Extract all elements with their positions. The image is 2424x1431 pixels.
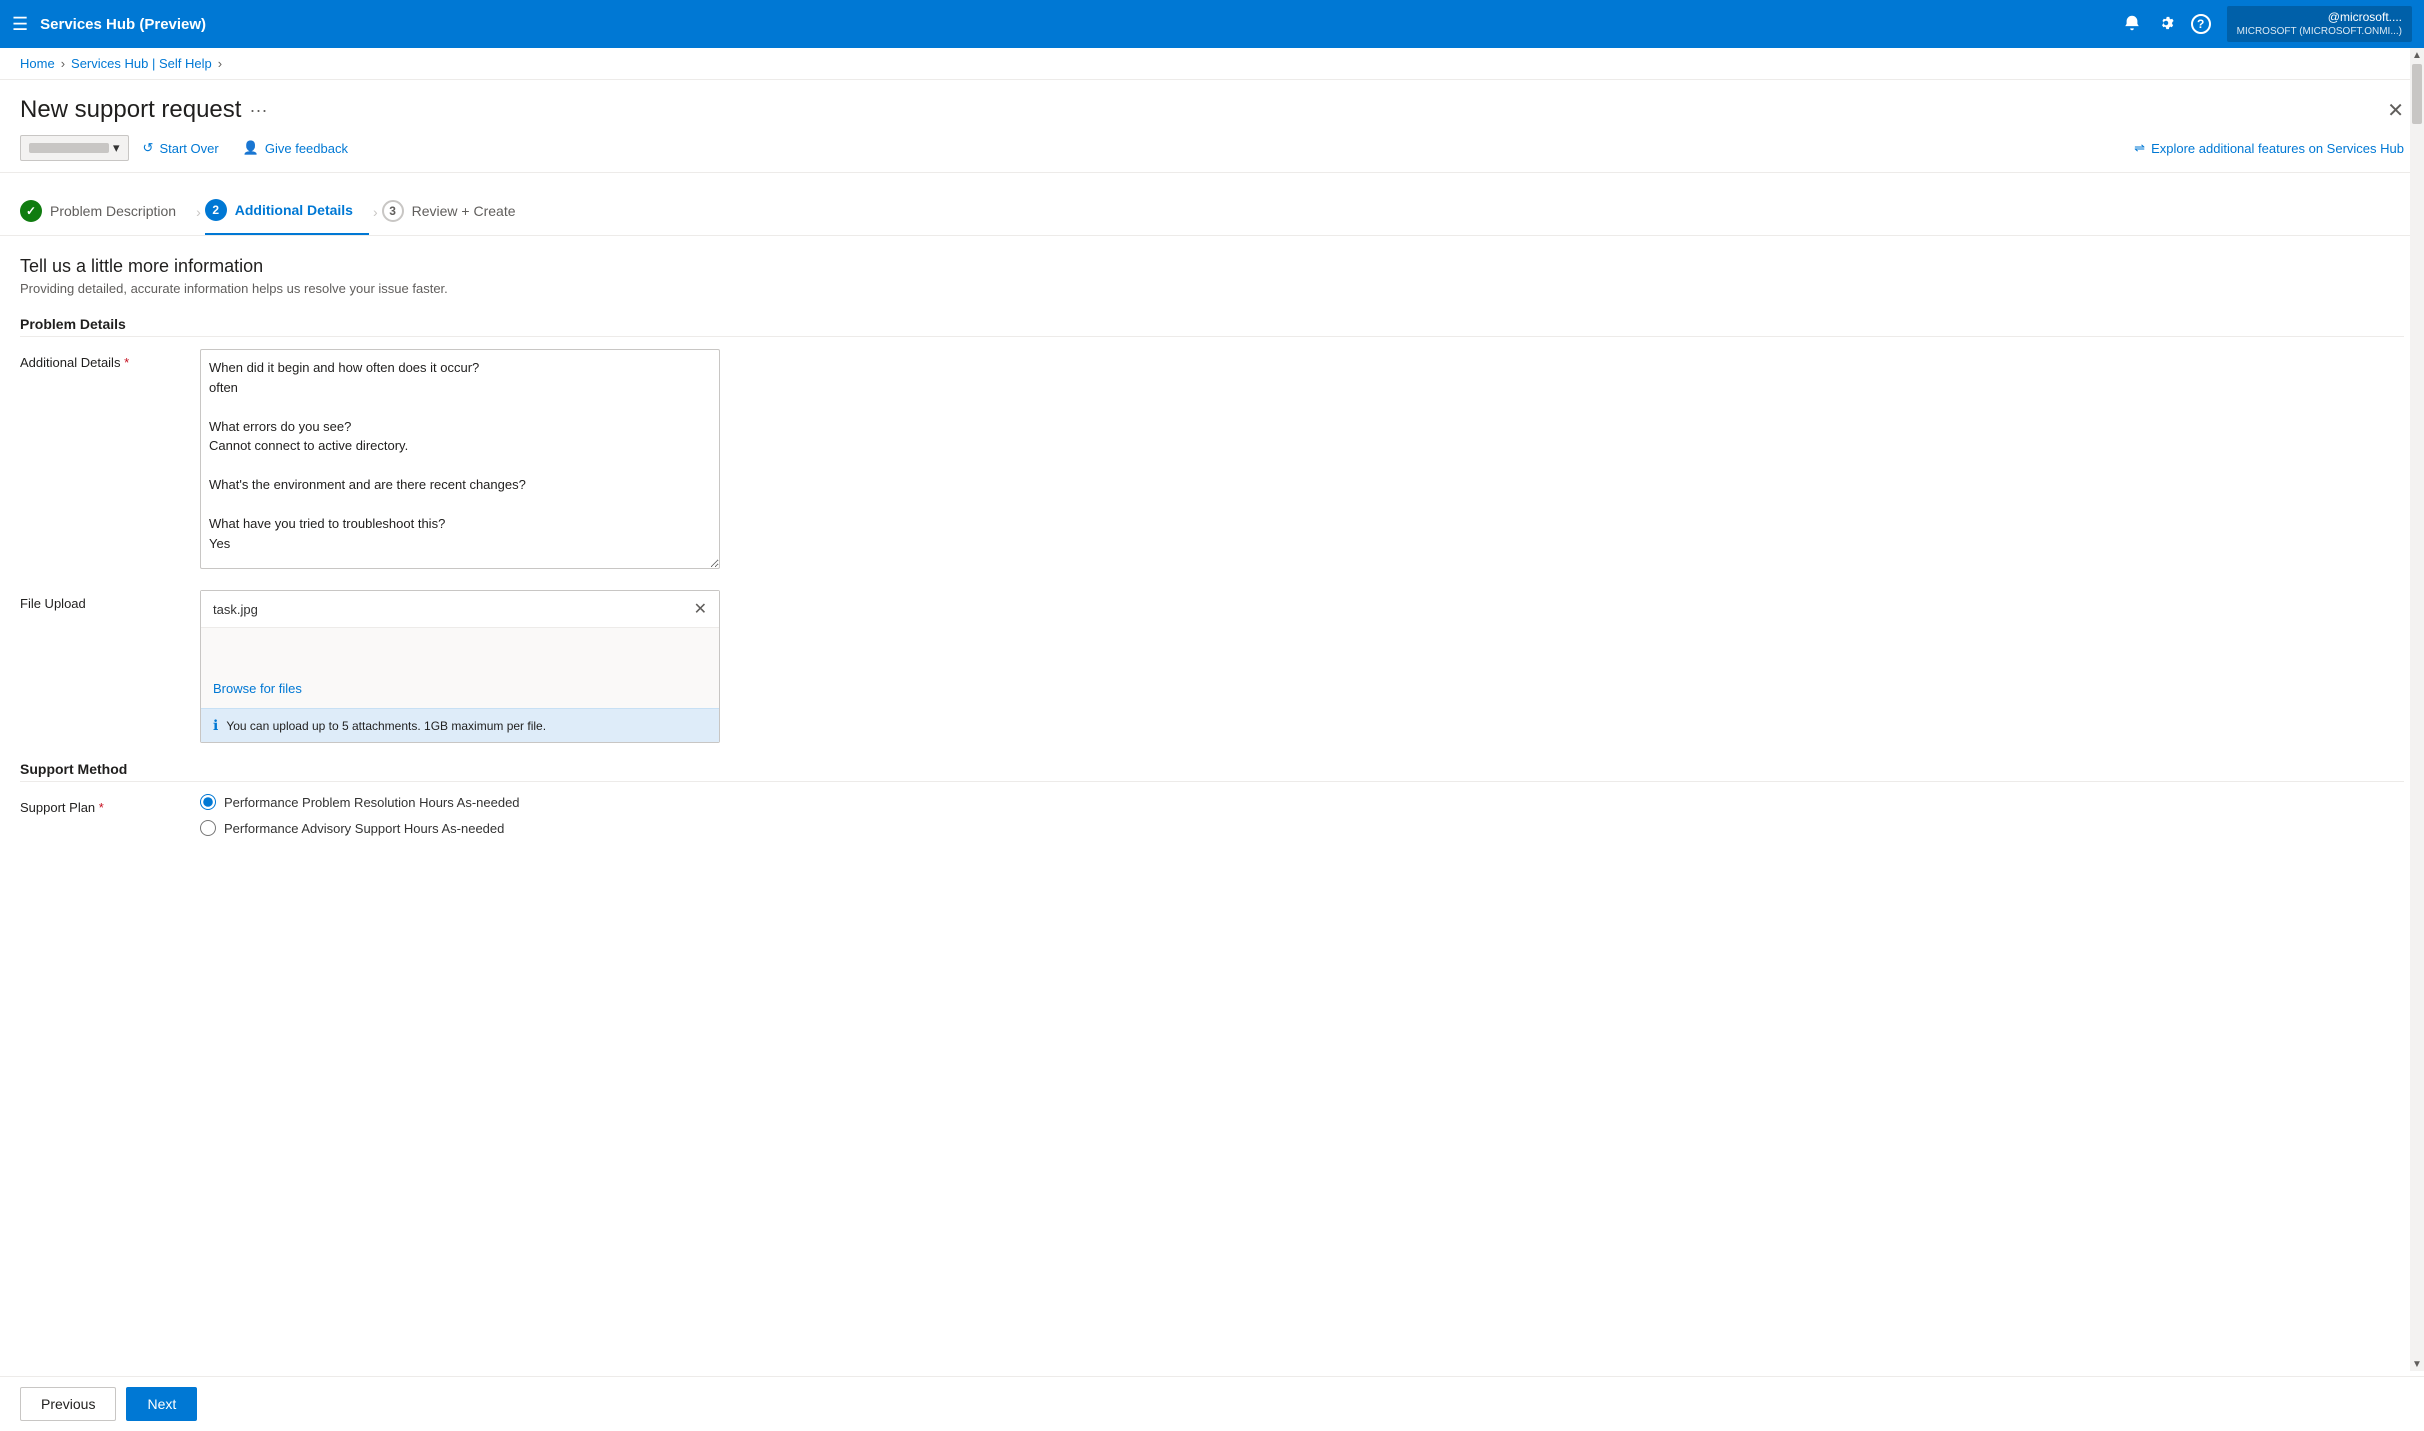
file-browse-area: Browse for files [201,628,719,708]
steps-bar: ✓ Problem Description › 2 Additional Det… [0,173,2424,236]
user-tenant: MICROSOFT (MICROSOFT.ONMI...) [2237,25,2402,38]
step-problem-description[interactable]: ✓ Problem Description [20,190,192,234]
step-additional-details[interactable]: 2 Additional Details [205,189,369,235]
step-review-create[interactable]: 3 Review + Create [382,190,532,234]
additional-details-textarea[interactable]: When did it begin and how often does it … [200,349,720,569]
additional-details-row: Additional Details * When did it begin a… [20,349,2404,572]
top-icon-group: ? @microsoft.... MICROSOFT (MICROSOFT.ON… [2123,6,2412,43]
bell-icon[interactable] [2123,14,2141,35]
next-button[interactable]: Next [126,1387,197,1421]
scroll-thumb[interactable] [2412,64,2422,124]
scroll-up-arrow[interactable]: ▲ [2410,48,2424,62]
top-navigation-bar: ☰ Services Hub (Preview) ? @microsoft...… [0,0,2424,48]
close-button[interactable]: ✕ [2387,98,2404,123]
support-plan-label-1: Performance Problem Resolution Hours As-… [224,795,520,810]
breadcrumb-sep-1: › [61,56,65,71]
page-header: New support request ··· ✕ [0,80,2424,124]
feedback-icon: 👤 [243,140,259,156]
step-3-label: Review + Create [412,203,516,219]
support-method-group-title: Support Method [20,761,2404,782]
file-upload-box: task.jpg ✕ Browse for files ℹ You can up… [200,590,720,743]
main-content: Tell us a little more information Provid… [0,236,2424,1403]
support-plan-options: Performance Problem Resolution Hours As-… [200,794,720,846]
step-2-circle: 2 [205,199,227,221]
user-email: @microsoft.... [2237,10,2402,26]
scroll-down-arrow[interactable]: ▼ [2410,1357,2424,1371]
file-name: task.jpg [213,602,258,617]
breadcrumb: Home › Services Hub | Self Help › [0,48,2424,80]
breadcrumb-services-hub[interactable]: Services Hub | Self Help [71,56,212,71]
gear-icon[interactable] [2157,14,2175,35]
explore-link[interactable]: ⇌ Explore additional features on Service… [2134,140,2404,156]
chevron-down-icon: ▾ [113,140,120,156]
subscription-dropdown[interactable]: ▾ [20,135,129,161]
step-sep-2: › [369,204,382,220]
browse-for-files-link[interactable]: Browse for files [213,681,302,696]
step-3-circle: 3 [382,200,404,222]
bottom-navigation-bar: Previous Next [0,1376,2424,1431]
file-info-text: You can upload up to 5 attachments. 1GB … [226,719,546,733]
app-title: Services Hub (Preview) [40,16,2110,33]
subscription-label [29,143,109,153]
support-plan-required: * [99,800,104,815]
breadcrumb-sep-2: › [218,56,222,71]
file-info-bar: ℹ You can upload up to 5 attachments. 1G… [201,708,719,742]
support-plan-option-2[interactable]: Performance Advisory Support Hours As-ne… [200,820,720,836]
step-sep-1: › [192,204,205,220]
support-plan-row: Support Plan * Performance Problem Resol… [20,794,2404,846]
page-title: New support request [20,96,241,124]
support-plan-option-1[interactable]: Performance Problem Resolution Hours As-… [200,794,720,810]
step-2-label: Additional Details [235,202,353,218]
refresh-icon: ↺ [143,140,154,156]
toolbar: ▾ ↺ Start Over 👤 Give feedback ⇌ Explore… [0,124,2424,173]
explore-icon: ⇌ [2134,140,2145,156]
step-1-label: Problem Description [50,203,176,219]
file-remove-button[interactable]: ✕ [694,599,707,619]
more-options-button[interactable]: ··· [249,100,267,121]
required-asterisk: * [124,355,129,370]
user-account-badge[interactable]: @microsoft.... MICROSOFT (MICROSOFT.ONMI… [2227,6,2412,43]
additional-details-control: When did it begin and how often does it … [200,349,720,572]
step-1-circle: ✓ [20,200,42,222]
explore-label: Explore additional features on Services … [2151,141,2404,156]
file-upload-control: task.jpg ✕ Browse for files ℹ You can up… [200,590,720,743]
right-scrollbar[interactable]: ▲ ▼ [2410,48,2424,1371]
give-feedback-button[interactable]: 👤 Give feedback [233,134,358,162]
file-upload-label: File Upload [20,590,180,611]
section-title: Tell us a little more information [20,256,2404,277]
file-upload-row: File Upload task.jpg ✕ Browse for files … [20,590,2404,743]
problem-details-group-title: Problem Details [20,316,2404,337]
file-item: task.jpg ✕ [201,591,719,628]
support-plan-radio-2[interactable] [200,820,216,836]
support-plan-label-2: Performance Advisory Support Hours As-ne… [224,821,504,836]
start-over-label: Start Over [159,141,218,156]
previous-button[interactable]: Previous [20,1387,116,1421]
breadcrumb-home[interactable]: Home [20,56,55,71]
help-icon[interactable]: ? [2191,14,2211,34]
give-feedback-label: Give feedback [265,141,348,156]
hamburger-icon[interactable]: ☰ [12,14,28,35]
start-over-button[interactable]: ↺ Start Over [133,134,229,162]
support-plan-label: Support Plan * [20,794,180,815]
additional-details-label: Additional Details * [20,349,180,370]
section-subtitle: Providing detailed, accurate information… [20,281,2404,296]
support-plan-radio-1[interactable] [200,794,216,810]
info-icon: ℹ [213,717,218,734]
